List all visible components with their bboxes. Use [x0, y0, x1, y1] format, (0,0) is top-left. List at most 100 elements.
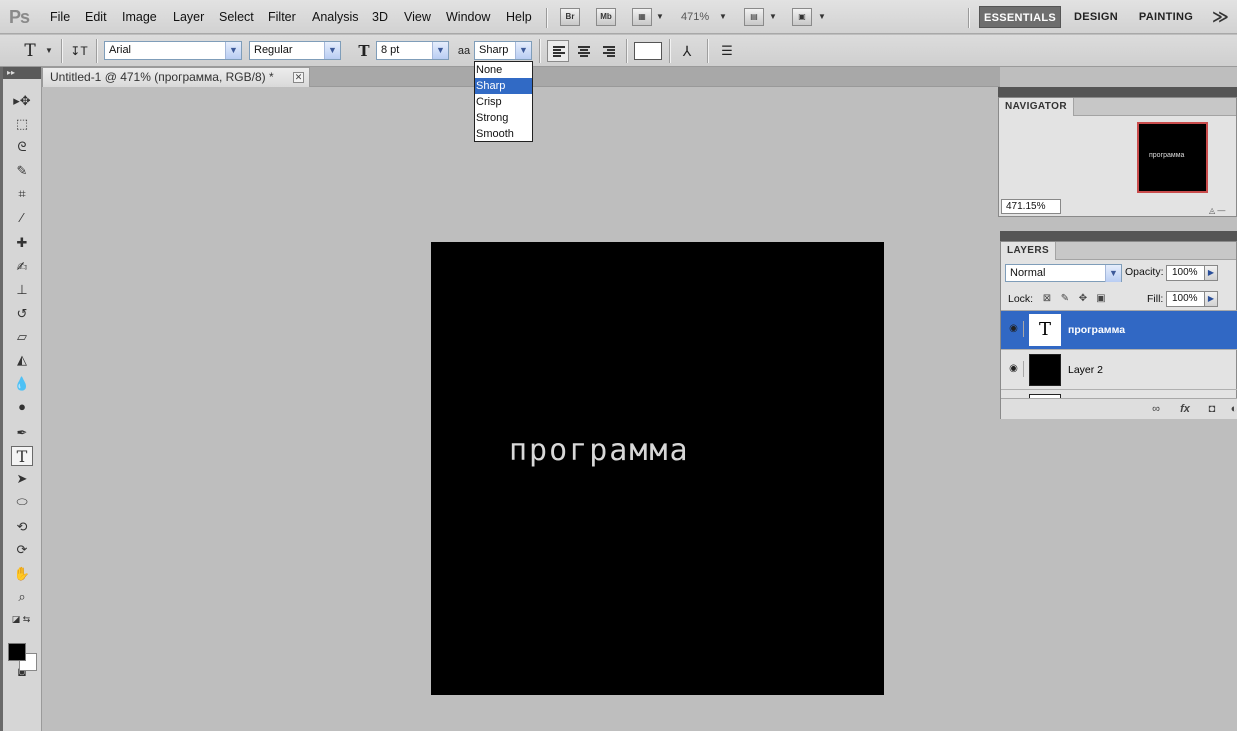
menu-file[interactable]: File — [50, 10, 70, 24]
eraser-tool[interactable]: ▱ — [11, 327, 33, 347]
type-tool[interactable]: T — [11, 446, 33, 466]
blend-mode-select[interactable]: Normal ▼ — [1005, 264, 1122, 282]
text-color-swatch[interactable] — [634, 42, 662, 60]
3d-rotate-tool[interactable]: ⟲ — [11, 517, 33, 537]
navigator-panel-header[interactable] — [998, 87, 1237, 97]
workspace-painting[interactable]: PAINTING — [1133, 6, 1199, 28]
layers-panel-header[interactable] — [1000, 231, 1237, 241]
foreground-color-swatch[interactable] — [8, 643, 26, 661]
tab-layers[interactable]: LAYERS — [1001, 242, 1057, 260]
path-select-tool[interactable]: ➤ — [11, 469, 33, 489]
type-tool-preset-icon[interactable]: T — [20, 41, 40, 61]
pen-tool[interactable]: ✒ — [11, 423, 33, 443]
quick-select-tool[interactable]: ✎ — [11, 161, 33, 181]
layer-row-text[interactable]: ◉ T программа — [1001, 311, 1237, 350]
chevron-down-icon[interactable]: ▼ — [719, 12, 727, 21]
document-tab[interactable]: Untitled-1 @ 471% (программа, RGB/8) * ✕ — [42, 67, 310, 87]
fill-input[interactable]: 100% — [1166, 291, 1208, 307]
ellipse-tool[interactable]: ⬭ — [11, 492, 33, 512]
navigator-thumbnail[interactable]: программа — [1137, 122, 1208, 193]
character-panel-icon[interactable]: ☰ — [717, 41, 737, 61]
healing-brush-tool[interactable]: ✚ — [11, 233, 33, 253]
zoom-tool[interactable]: ⌕ — [11, 587, 33, 607]
layer-row-partial[interactable] — [1001, 391, 1237, 398]
menu-analysis[interactable]: Analysis — [312, 10, 359, 24]
fx-icon[interactable]: fx — [1177, 402, 1193, 416]
blur-tool[interactable]: 💧 — [11, 374, 33, 394]
chevron-down-icon[interactable]: ▼ — [818, 12, 826, 21]
aa-option-smooth[interactable]: Smooth — [475, 126, 532, 142]
chevron-down-icon[interactable]: ▼ — [769, 12, 777, 21]
mask-icon[interactable]: ◘ — [1204, 402, 1220, 416]
fill-arrow-icon[interactable]: ▶ — [1204, 291, 1218, 307]
close-icon[interactable]: ✕ — [293, 72, 304, 83]
zoom-level[interactable]: 471% — [681, 11, 709, 23]
more-workspaces-icon[interactable]: ≫ — [1212, 7, 1229, 27]
toolbox-collapse-icon[interactable]: ▸▸ — [3, 67, 41, 79]
navigator-zoom-input[interactable]: 471.15% — [1001, 199, 1061, 214]
document-canvas[interactable]: программа — [431, 242, 884, 695]
menu-image[interactable]: Image — [122, 10, 157, 24]
align-center-button[interactable] — [572, 40, 594, 62]
hand-tool[interactable]: ✋ — [11, 564, 33, 584]
default-colors[interactable]: ◪ ⇆ — [7, 609, 35, 629]
menu-view[interactable]: View — [404, 10, 431, 24]
layer-name[interactable]: Layer 2 — [1068, 364, 1103, 376]
menu-3d[interactable]: 3D — [372, 10, 388, 24]
paint-bucket-tool[interactable]: ◭ — [11, 350, 33, 370]
menu-window[interactable]: Window — [446, 10, 490, 24]
lock-all-icon[interactable]: ▣ — [1094, 292, 1108, 306]
menu-select[interactable]: Select — [219, 10, 254, 24]
workspace-essentials[interactable]: ESSENTIALS — [979, 6, 1061, 28]
aa-option-crisp[interactable]: Crisp — [475, 94, 532, 110]
visibility-eye-icon[interactable]: ◉ — [1004, 321, 1024, 337]
lock-pixels-icon[interactable]: ✎ — [1058, 292, 1072, 306]
3d-orbit-tool[interactable]: ⟳ — [11, 540, 33, 560]
eyedropper-tool[interactable]: ⁄ — [11, 208, 33, 228]
layer-row-fill[interactable]: ◉ Layer 2 — [1001, 351, 1237, 390]
extras-button[interactable]: ▦ — [632, 8, 652, 26]
menu-filter[interactable]: Filter — [268, 10, 296, 24]
anti-alias-select[interactable]: Sharp ▼ — [474, 41, 532, 60]
lock-position-icon[interactable]: ✥ — [1076, 292, 1090, 306]
marquee-tool[interactable]: ⬚ — [11, 114, 33, 134]
text-orientation-icon[interactable]: ↧T — [69, 41, 89, 61]
aa-option-strong[interactable]: Strong — [475, 110, 532, 126]
mini-bridge-button[interactable]: Mb — [596, 8, 616, 26]
dodge-tool[interactable]: ● — [11, 397, 33, 417]
aa-option-sharp[interactable]: Sharp — [475, 78, 532, 94]
aa-option-none[interactable]: None — [475, 62, 532, 78]
lock-transparency-icon[interactable]: ⊠ — [1040, 292, 1054, 306]
font-size-select[interactable]: 8 pt ▼ — [376, 41, 449, 60]
brush-tool[interactable]: ✍ — [11, 257, 33, 277]
visibility-eye-icon[interactable]: ◉ — [1004, 361, 1024, 377]
chevron-down-icon[interactable]: ▼ — [45, 46, 53, 55]
align-left-button[interactable] — [547, 40, 569, 62]
options-separator — [669, 39, 671, 63]
opacity-arrow-icon[interactable]: ▶ — [1204, 265, 1218, 281]
lasso-tool[interactable]: ᘓ — [11, 137, 33, 157]
arrange-documents-button[interactable]: ▤ — [744, 8, 764, 26]
font-family-select[interactable]: Arial ▼ — [104, 41, 242, 60]
warp-text-icon[interactable]: ⅄ — [677, 41, 697, 61]
menu-layer[interactable]: Layer — [173, 10, 204, 24]
zoom-slider[interactable]: ◬ — — [1209, 206, 1225, 215]
menu-edit[interactable]: Edit — [85, 10, 107, 24]
layer-name[interactable]: программа — [1068, 324, 1125, 336]
clone-stamp-tool[interactable]: ⊥ — [11, 280, 33, 300]
opacity-input[interactable]: 100% — [1166, 265, 1208, 281]
adjustment-icon[interactable]: ◐ — [1226, 402, 1237, 416]
workspace-design[interactable]: DESIGN — [1068, 6, 1124, 28]
bridge-button[interactable]: Br — [560, 8, 580, 26]
canvas-text-layer[interactable]: программа — [509, 433, 690, 468]
chevron-down-icon[interactable]: ▼ — [656, 12, 664, 21]
move-tool[interactable]: ▸✥ — [11, 91, 33, 111]
link-icon[interactable]: ∞ — [1148, 402, 1164, 416]
crop-tool[interactable]: ⌗ — [11, 184, 33, 204]
history-brush-tool[interactable]: ↺ — [11, 304, 33, 324]
align-right-button[interactable] — [597, 40, 619, 62]
screen-mode-button[interactable]: ▣ — [792, 8, 812, 26]
menu-help[interactable]: Help — [506, 10, 532, 24]
tab-navigator[interactable]: NAVIGATOR — [999, 98, 1074, 116]
font-style-select[interactable]: Regular ▼ — [249, 41, 341, 60]
